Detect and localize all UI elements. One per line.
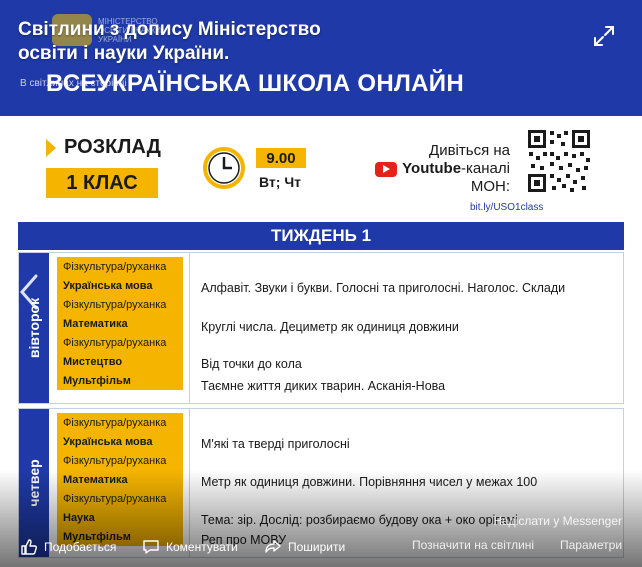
schedule-label: РОЗКЛАД	[46, 136, 161, 159]
channel-link[interactable]: bit.ly/USO1class	[470, 202, 543, 213]
subject-item: Наука	[63, 511, 95, 524]
subject-item: Українська мова	[63, 279, 153, 292]
topic-item: Від точки до кола	[201, 357, 302, 371]
clock-icon	[203, 147, 245, 189]
chevron-right-icon	[604, 274, 622, 310]
post-caption-subtitle: В світлинах на сторінці	[20, 78, 127, 89]
topic-item: Таємне життя диких тварин. Асканія-Нова	[201, 379, 446, 393]
chevron-left-icon	[20, 274, 38, 310]
subject-item: Фізкультура/руханка	[63, 298, 167, 311]
broadcast-time: 9.00	[256, 148, 306, 168]
comment-icon	[143, 540, 159, 554]
youtube-line2-suffix: -каналі	[461, 160, 510, 177]
topic-item: Круглі числа. Дециметр як одиниця довжин…	[201, 320, 459, 334]
broadcast-days: Вт; Чт	[259, 174, 302, 190]
grade-badge: 1 КЛАС	[46, 168, 158, 198]
info-row: РОЗКЛАД 1 КЛАС 9.00 Вт; Чт Дивіться на Y…	[0, 116, 642, 222]
tag-photo-button[interactable]: Позначити на світлині	[412, 538, 534, 552]
subject-item: Мультфільм	[63, 374, 131, 387]
subject-item: Математика	[63, 473, 128, 486]
subject-item: Математика	[63, 317, 128, 330]
post-caption: Світлини з допису Міністерство освіти і …	[18, 19, 321, 64]
share-button[interactable]: Поширити	[264, 538, 345, 556]
share-label: Поширити	[288, 540, 346, 554]
subjects-list: Фізкультура/руханка Українська мова Фізк…	[57, 413, 183, 546]
subjects-list: Фізкультура/руханка Українська мова Фізк…	[57, 257, 183, 390]
youtube-promo: Дивіться на Youtube-каналі МОН:	[358, 142, 510, 196]
day-block-tuesday: вівторок Фізкультура/руханка Українська …	[18, 252, 624, 404]
youtube-line1: Дивіться на	[429, 142, 510, 159]
topic-item: Тема: зір. Дослід: розбираємо будову ока…	[201, 513, 518, 527]
day-label: четвер	[26, 459, 42, 507]
subject-item: Фізкультура/руханка	[63, 336, 167, 349]
send-in-messenger-link[interactable]: Надіслати у Messenger	[493, 514, 622, 528]
like-button[interactable]: Подобається	[20, 538, 116, 556]
comment-label: Коментувати	[166, 540, 238, 554]
column-divider	[189, 253, 190, 403]
expand-icon[interactable]	[592, 24, 616, 48]
previous-photo-button[interactable]	[14, 272, 44, 312]
subject-item: Мистецтво	[63, 355, 123, 368]
qr-code-icon	[526, 128, 592, 194]
topic-item: Алфавіт. Звуки і букви. Голосні та приго…	[201, 281, 566, 295]
subject-item: Фізкультура/руханка	[63, 492, 167, 505]
triangle-icon	[46, 138, 56, 157]
share-icon	[265, 540, 281, 553]
options-button[interactable]: Параметри	[560, 538, 622, 552]
photo-viewer: МІНІСТЕРСТВО ОСВІТИ І НАУКИ УКРАЇНИ ВСЕУ…	[0, 0, 642, 567]
action-bar: Подобається Коментувати Поширити Позначи…	[0, 534, 642, 558]
topic-item: М'які та тверді приголосні	[201, 437, 350, 451]
comment-button[interactable]: Коментувати	[142, 538, 238, 556]
schedule-label-text: РОЗКЛАД	[64, 136, 161, 158]
thumbs-up-icon	[21, 539, 37, 555]
subject-item: Українська мова	[63, 435, 153, 448]
subject-item: Фізкультура/руханка	[63, 260, 167, 273]
like-label: Подобається	[44, 540, 117, 554]
youtube-line3: МОН:	[470, 178, 510, 195]
youtube-icon	[375, 161, 398, 177]
subject-item: Фізкультура/руханка	[63, 454, 167, 467]
week-header: ТИЖДЕНЬ 1	[18, 222, 624, 250]
youtube-word: Youtube	[402, 160, 462, 177]
topic-item: Метр як одиниця довжини. Порівняння чисе…	[201, 475, 538, 489]
next-photo-button[interactable]	[598, 272, 628, 312]
subject-item: Фізкультура/руханка	[63, 416, 167, 429]
